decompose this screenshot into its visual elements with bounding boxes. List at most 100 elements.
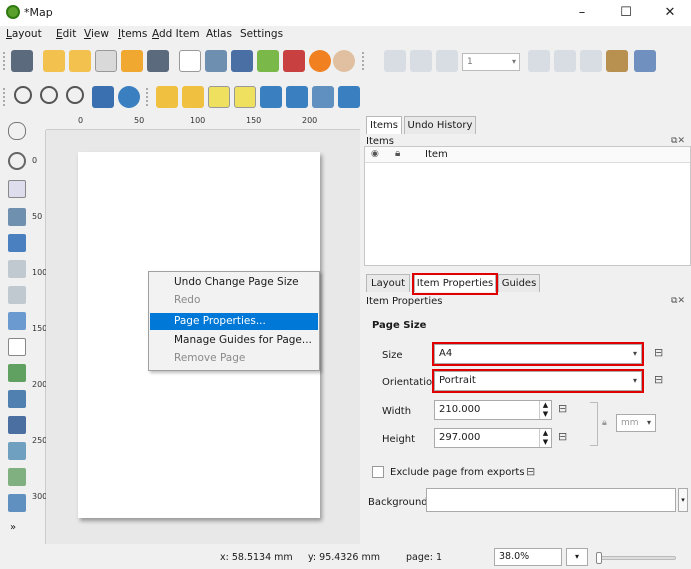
- items-list[interactable]: ◉ 🔒︎ Item: [364, 146, 691, 266]
- align-items-icon[interactable]: [286, 86, 308, 108]
- height-spinbox[interactable]: 297.000 ▲ ▼: [434, 428, 552, 448]
- export-svg-icon[interactable]: [257, 50, 279, 72]
- group-items-icon[interactable]: [208, 86, 230, 108]
- spin-arrows-icon[interactable]: ▲ ▼: [539, 401, 551, 419]
- add-3d-map-icon[interactable]: [8, 286, 26, 304]
- menu-settings[interactable]: Settings: [240, 28, 283, 40]
- atlas-page-value: 1: [467, 57, 473, 67]
- orientation-label: Orientation: [382, 377, 439, 388]
- background-symbol-button[interactable]: [426, 488, 676, 512]
- add-picture-icon[interactable]: [8, 312, 26, 330]
- menu-edit[interactable]: Edit: [56, 28, 76, 40]
- zoom-out-icon[interactable]: [40, 86, 58, 104]
- ruler-tick: 200: [32, 380, 48, 389]
- select-move-icon[interactable]: [8, 180, 26, 198]
- items-header: ◉ 🔒︎ Item: [365, 147, 690, 163]
- refresh-icon[interactable]: [118, 86, 140, 108]
- save-template-icon[interactable]: [147, 50, 169, 72]
- data-defined-override-icon[interactable]: ⊟: [526, 465, 542, 479]
- add-map-icon[interactable]: [8, 260, 26, 278]
- undo-icon[interactable]: [309, 50, 331, 72]
- chevron-down-icon[interactable]: ▾: [678, 488, 688, 512]
- toolbar-grip[interactable]: [146, 88, 150, 106]
- add-shape-icon[interactable]: [8, 442, 26, 460]
- zoom-full-icon[interactable]: [92, 86, 114, 108]
- data-defined-override-icon[interactable]: ⊟: [654, 346, 670, 360]
- tab-items[interactable]: Items: [366, 116, 402, 134]
- add-scale-bar-icon[interactable]: [8, 390, 26, 408]
- atlas-settings-icon[interactable]: [634, 50, 656, 72]
- tab-layout[interactable]: Layout: [366, 274, 410, 292]
- zoom-value: 38.0%: [499, 551, 530, 562]
- menu-undo-change-page-size[interactable]: Undo Change Page Size: [150, 274, 318, 291]
- exclude-page-checkbox[interactable]: [372, 466, 384, 478]
- minimize-button[interactable]: –: [568, 4, 596, 22]
- pan-hand-icon[interactable]: [8, 122, 26, 140]
- cursor-x-readout: x: 58.5134 mm: [220, 552, 293, 563]
- page-size-heading: Page Size: [372, 320, 427, 331]
- menu-items[interactable]: Items: [118, 28, 147, 40]
- move-content-icon[interactable]: [8, 208, 26, 226]
- zoom-input[interactable]: 38.0%: [494, 548, 562, 566]
- add-north-arrow-icon[interactable]: [8, 416, 26, 434]
- width-spinbox[interactable]: 210.000 ▲ ▼: [434, 400, 552, 420]
- tab-guides[interactable]: Guides: [498, 274, 540, 292]
- close-button[interactable]: ✕: [656, 4, 684, 22]
- ungroup-items-icon[interactable]: [234, 86, 256, 108]
- menu-view[interactable]: View: [84, 28, 109, 40]
- zoom-slider-track[interactable]: [596, 556, 676, 560]
- atlas-page-combo: 1 ▾: [462, 53, 520, 71]
- data-defined-override-icon[interactable]: ⊟: [558, 402, 574, 416]
- more-tools-icon[interactable]: »: [10, 522, 16, 533]
- panel-float-close-icon[interactable]: ⧉✕: [671, 136, 685, 146]
- next-feature-icon: [528, 50, 550, 72]
- add-marker-icon[interactable]: [8, 468, 26, 486]
- panel-float-close-icon[interactable]: ⧉✕: [671, 296, 685, 306]
- save-icon[interactable]: [11, 50, 33, 72]
- new-layout-icon[interactable]: [43, 50, 65, 72]
- zoom-slider-handle[interactable]: [596, 552, 602, 564]
- menu-page-properties[interactable]: Page Properties...: [150, 313, 318, 330]
- aspect-lock-icon[interactable]: 🔒︎: [602, 418, 607, 428]
- toolbar-grip[interactable]: [362, 52, 366, 70]
- toolbar-grip[interactable]: [3, 88, 7, 106]
- add-legend-icon[interactable]: [8, 364, 26, 382]
- add-polygon-icon[interactable]: [8, 494, 26, 512]
- lock-icon: 🔒︎: [395, 148, 401, 159]
- zoom-in-icon[interactable]: [14, 86, 32, 104]
- lock-items-icon[interactable]: [156, 86, 178, 108]
- menu-atlas[interactable]: Atlas: [206, 28, 232, 40]
- export-atlas-icon[interactable]: [606, 50, 628, 72]
- background-label: Background: [368, 497, 428, 508]
- open-template-icon[interactable]: [121, 50, 143, 72]
- add-label-icon[interactable]: [8, 338, 26, 356]
- edit-nodes-icon[interactable]: [8, 234, 26, 252]
- zoom-dropdown[interactable]: ▾: [566, 548, 588, 566]
- main-toolbar: 1 ▾: [0, 44, 691, 78]
- print-icon[interactable]: [205, 50, 227, 72]
- menu-add-item[interactable]: Add Item: [152, 28, 200, 40]
- chevron-down-icon: ▾: [511, 57, 516, 66]
- resize-items-icon[interactable]: [338, 86, 360, 108]
- export-image-icon[interactable]: [231, 50, 253, 72]
- zoom-tool-icon[interactable]: [8, 152, 26, 170]
- new-page-icon[interactable]: [179, 50, 201, 72]
- height-value: 297.000: [439, 432, 481, 443]
- data-defined-override-icon[interactable]: ⊟: [558, 430, 574, 444]
- menu-layout[interactable]: Layout: [6, 28, 42, 40]
- toolbar-grip[interactable]: [3, 52, 7, 70]
- zoom-actual-icon[interactable]: [66, 86, 84, 104]
- distribute-items-icon[interactable]: [312, 86, 334, 108]
- maximize-button[interactable]: ☐: [612, 4, 640, 22]
- tab-undo-history[interactable]: Undo History: [404, 116, 476, 134]
- unlock-items-icon[interactable]: [182, 86, 204, 108]
- layout-manager-icon[interactable]: [95, 50, 117, 72]
- raise-items-icon[interactable]: [260, 86, 282, 108]
- unit-value: mm: [621, 418, 639, 428]
- menu-manage-guides[interactable]: Manage Guides for Page...: [150, 332, 318, 349]
- export-pdf-icon[interactable]: [283, 50, 305, 72]
- data-defined-override-icon[interactable]: ⊟: [654, 373, 670, 387]
- duplicate-layout-icon[interactable]: [69, 50, 91, 72]
- spin-arrows-icon[interactable]: ▲ ▼: [539, 429, 551, 447]
- size-label: Size: [382, 350, 403, 361]
